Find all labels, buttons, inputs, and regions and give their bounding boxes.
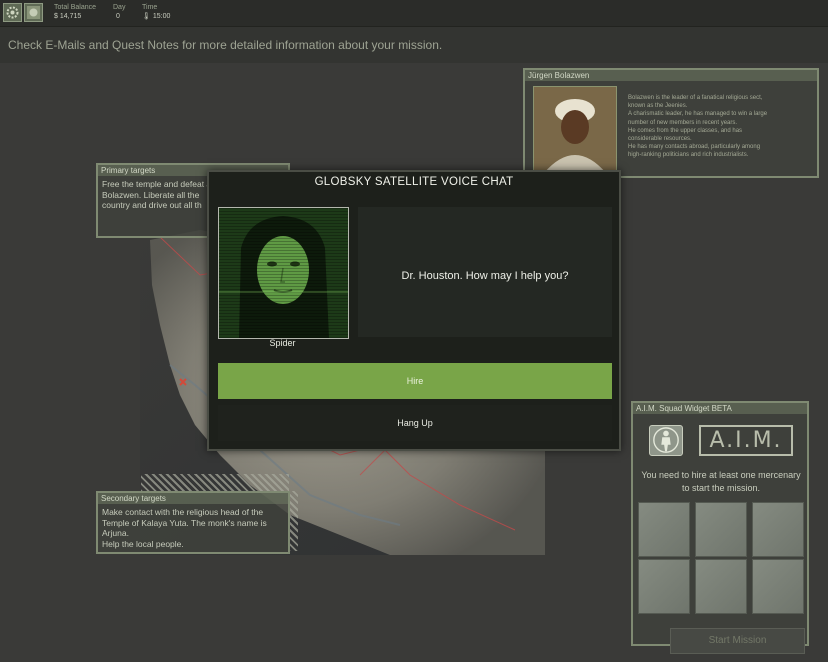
target-description: Bolazwen is the leader of a fanatical re… [628,94,813,160]
aim-widget-title: A.I.M. Squad Widget BETA [633,403,807,414]
time-stat: Time 🌡 15:00 [142,3,170,21]
squad-slot[interactable] [695,502,747,557]
target-description-line: high-ranking politicians and rich indust… [628,152,749,159]
settings-gear-icon[interactable] [3,3,22,22]
target-description-line: number of new members in recent years. [628,119,738,126]
secondary-target-line: Make contact with the religious head of … [102,507,264,517]
voice-chat-dialog: GLOBSKY SATELLITE VOICE CHAT Spider Dr. … [207,170,621,451]
start-mission-button[interactable]: Start Mission [670,628,805,654]
squad-slot[interactable] [695,559,747,614]
target-description-line: He has many contacts abroad, particularl… [628,144,761,151]
contact-portrait [218,207,349,339]
day-label: Day [113,4,126,11]
time-value: 15:00 [152,13,171,20]
hang-up-button[interactable]: Hang Up [218,405,612,441]
secondary-targets-panel: Secondary targets Make contact with the … [96,491,290,554]
squad-slot[interactable] [638,559,690,614]
day-value: 0 [116,13,120,20]
secondary-target-line: Temple of Kalaya Yuta. The monk's name i… [102,517,267,528]
dialog-title: GLOBSKY SATELLITE VOICE CHAT [314,176,514,188]
total-balance-label: Total Balance [54,4,97,11]
secondary-targets-title: Secondary targets [98,493,288,504]
hire-button[interactable]: Hire [218,363,612,399]
secondary-targets-body: Make contact with the religious head of … [98,504,288,552]
target-profile-title: Jürgen Bolazwen [525,70,817,81]
temperature-icon: 🌡 [142,13,151,20]
target-profile-panel: Jürgen Bolazwen Bolazwen is the leader o… [523,68,819,178]
target-description-line: A charismatic leader, he has managed to … [628,111,768,118]
aim-hire-message: You need to hire at least one mercenary … [641,470,801,493]
target-portrait [533,86,617,174]
target-description-line: He comes from the upper classes, and has [628,127,743,134]
target-description-line: Bolazwen is the leader of a fanatical re… [628,95,763,101]
target-description-line: considerable resources. [628,136,692,143]
squad-slot[interactable] [752,502,804,557]
contact-name: Spider [269,338,296,348]
speech-area: Dr. Houston. How may I help you? [358,207,612,337]
secondary-target-line: Arjuna. [102,528,129,538]
mission-hint: Check E-Mails and Quest Notes for more d… [8,38,443,52]
secondary-target-line: Help the local people. [102,538,184,549]
soldier-icon [649,425,683,456]
time-label: Time [142,4,158,11]
total-balance: Total Balance $ 14,715 [54,3,96,21]
aim-squad-widget: A.I.M. Squad Widget BETA A.I.M. You need… [631,401,809,646]
day-stat: Day 0 [113,3,125,21]
map-emblem-icon[interactable] [24,3,43,22]
total-balance-value: $ 14,715 [54,13,82,20]
hatch-decoration-top [141,474,289,492]
top-status-bar: Total Balance $ 14,715 Day 0 Time 🌡 15:0… [0,0,828,27]
aim-logo: A.I.M. [699,425,793,456]
speech-text: Dr. Houston. How may I help you? [401,270,569,282]
squad-slot[interactable] [752,559,804,614]
target-description-line: known as the Jeenies. [628,103,688,110]
squad-slot[interactable] [638,502,690,557]
